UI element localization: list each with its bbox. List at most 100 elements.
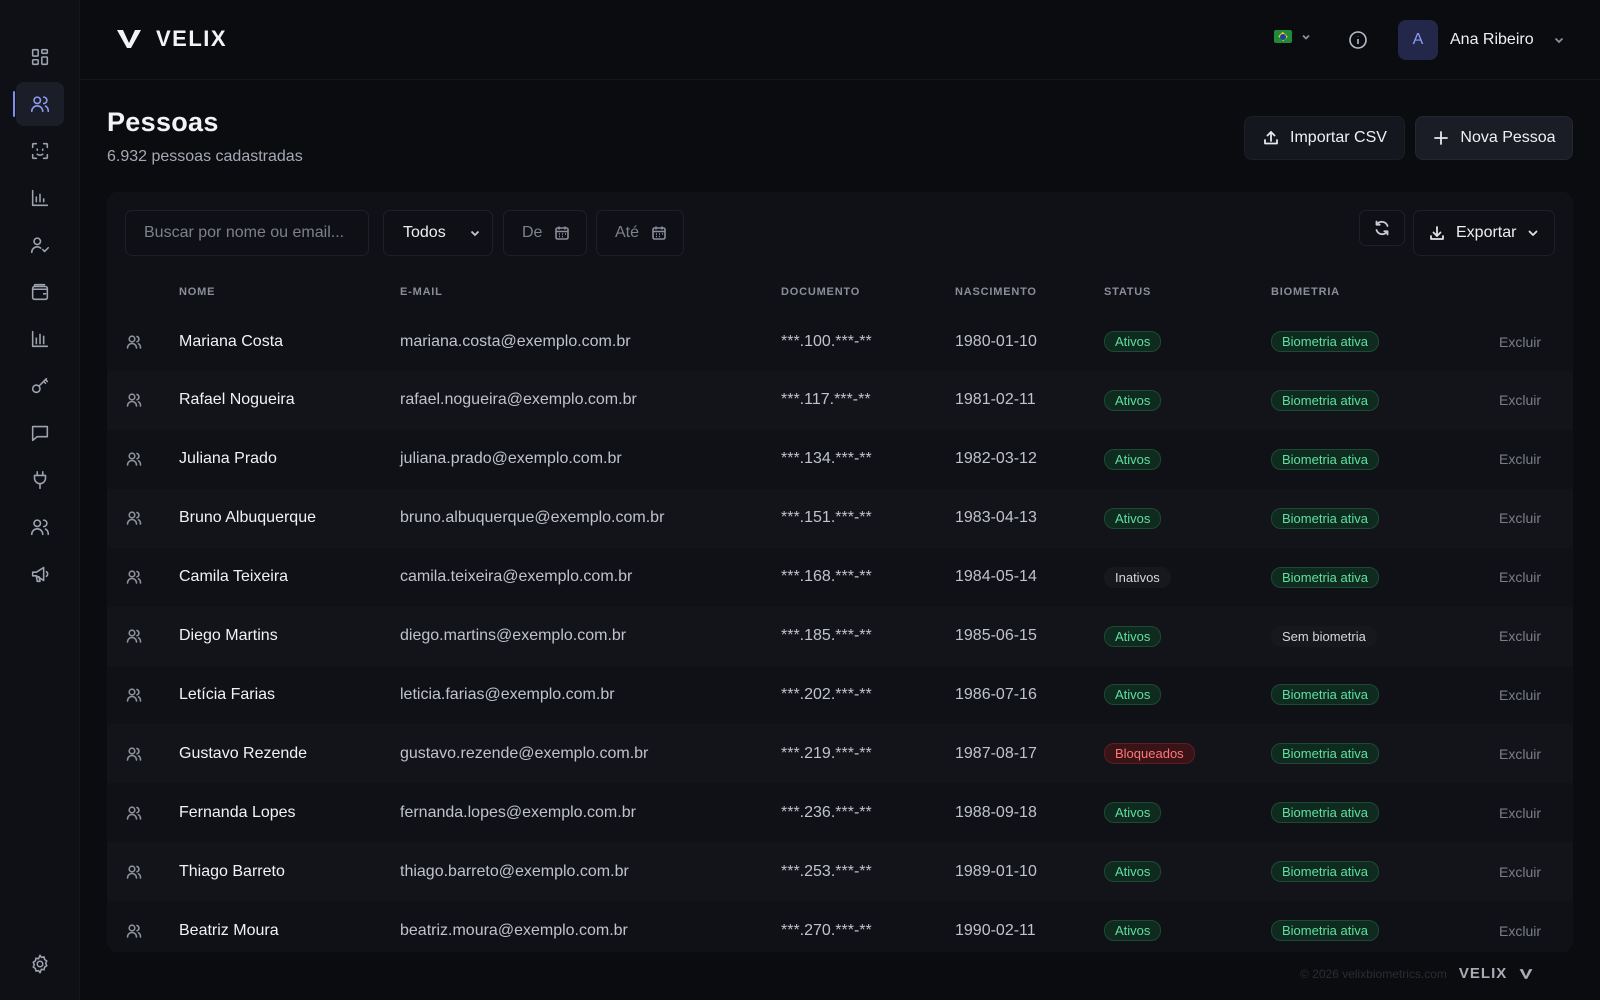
sidebar-item-users[interactable] — [16, 505, 64, 549]
velix-logo-icon — [1519, 968, 1533, 979]
person-name[interactable]: Juliana Prado — [179, 430, 277, 489]
column-header-document[interactable]: DOCUMENTO — [781, 286, 860, 298]
sidebar-item-analytics[interactable] — [16, 317, 64, 361]
user-menu[interactable]: A Ana Ribeiro — [1398, 20, 1566, 60]
table-row[interactable]: Gustavo Rezende gustavo.rezende@exemplo.c… — [107, 724, 1573, 784]
column-header-email[interactable]: E-MAIL — [400, 286, 443, 298]
refresh-button[interactable] — [1359, 210, 1405, 246]
delete-cell: Excluir — [1499, 724, 1541, 783]
status-badge: Ativos — [1104, 920, 1162, 941]
delete-button[interactable]: Excluir — [1499, 510, 1541, 526]
status-cell: Ativos — [1104, 842, 1162, 901]
sidebar-item-dashboard[interactable] — [16, 35, 64, 79]
delete-button[interactable]: Excluir — [1499, 334, 1541, 350]
face-scan-icon — [31, 142, 49, 160]
sidebar-item-face-scan[interactable] — [16, 129, 64, 173]
delete-button[interactable]: Excluir — [1499, 628, 1541, 644]
delete-button[interactable]: Excluir — [1499, 805, 1541, 821]
status-cell: Ativos — [1104, 489, 1162, 548]
delete-button[interactable]: Excluir — [1499, 569, 1541, 585]
sidebar-item-wallet[interactable] — [16, 270, 64, 314]
biometrics-cell: Biometria ativa — [1271, 430, 1379, 489]
search-box[interactable] — [125, 210, 369, 256]
sidebar-item-keys[interactable] — [16, 364, 64, 408]
person-email: thiago.barreto@exemplo.com.br — [400, 862, 629, 880]
table-row[interactable]: Mariana Costa mariana.costa@exemplo.com.b… — [107, 312, 1573, 371]
person-document: ***.219.***-** — [781, 744, 872, 762]
person-name[interactable]: Bruno Albuquerque — [179, 489, 316, 548]
row-person-icon — [125, 665, 143, 724]
delete-cell: Excluir — [1499, 489, 1541, 548]
person-icon — [126, 688, 142, 702]
biometrics-cell: Biometria ativa — [1271, 724, 1379, 783]
column-header-name[interactable]: NOME — [179, 286, 215, 298]
date-from-field[interactable]: De — [503, 210, 587, 256]
sidebar-item-campaigns[interactable] — [16, 552, 64, 596]
person-document: ***.253.***-** — [781, 862, 872, 880]
table-row[interactable]: Camila Teixeira camila.teixeira@exemplo.c… — [107, 548, 1573, 607]
delete-cell: Excluir — [1499, 783, 1541, 842]
person-name[interactable]: Letícia Farias — [179, 665, 275, 724]
date-to-field[interactable]: Até — [596, 210, 684, 256]
import-csv-button[interactable]: Importar CSV — [1244, 116, 1405, 160]
export-button[interactable]: Exportar — [1413, 210, 1555, 256]
person-name[interactable]: Camila Teixeira — [179, 548, 288, 607]
person-name[interactable]: Diego Martins — [179, 607, 278, 666]
column-header-birth[interactable]: NASCIMENTO — [955, 286, 1037, 298]
delete-button[interactable]: Excluir — [1499, 923, 1541, 939]
biometrics-badge: Biometria ativa — [1271, 331, 1379, 352]
person-name[interactable]: Gustavo Rezende — [179, 724, 307, 783]
table-row[interactable]: Fernanda Lopes fernanda.lopes@exemplo.com… — [107, 783, 1573, 842]
status-badge: Ativos — [1104, 802, 1162, 824]
people-table-card: Todos De Até Exportar NOME E-MAIL DOCUME… — [107, 192, 1573, 952]
biometrics-badge: Sem biometria — [1271, 625, 1377, 647]
person-icon — [126, 393, 142, 408]
table-row[interactable]: Letícia Farias leticia.farias@exemplo.com… — [107, 665, 1573, 724]
person-name[interactable]: Rafael Nogueira — [179, 371, 295, 430]
delete-button[interactable]: Excluir — [1499, 864, 1541, 880]
new-person-button[interactable]: Nova Pessoa — [1415, 116, 1573, 160]
sidebar-item-settings[interactable] — [16, 942, 64, 986]
user-check-icon — [30, 237, 50, 254]
person-icon — [126, 452, 142, 467]
calendar-icon — [652, 226, 666, 240]
delete-button[interactable]: Excluir — [1499, 392, 1541, 408]
table-row[interactable]: Thiago Barreto thiago.barreto@exemplo.com… — [107, 842, 1573, 902]
delete-cell: Excluir — [1499, 312, 1541, 371]
column-header-status[interactable]: STATUS — [1104, 286, 1151, 298]
person-name[interactable]: Beatriz Moura — [179, 901, 279, 952]
brand-logo[interactable]: VELIX — [116, 26, 227, 52]
column-header-biometrics[interactable]: BIOMETRIA — [1271, 286, 1340, 298]
biometrics-cell: Biometria ativa — [1271, 665, 1379, 724]
person-document: ***.236.***-** — [781, 803, 872, 821]
export-label: Exportar — [1456, 224, 1517, 241]
status-badge: Ativos — [1104, 448, 1162, 470]
sidebar-item-reports[interactable] — [16, 176, 64, 220]
language-selector[interactable] — [1274, 30, 1312, 43]
status-cell: Inativos — [1104, 548, 1171, 607]
table-row[interactable]: Juliana Prado juliana.prado@exemplo.com.b… — [107, 430, 1573, 489]
info-button[interactable] — [1346, 28, 1370, 52]
biometrics-cell: Biometria ativa — [1271, 312, 1379, 371]
person-name[interactable]: Mariana Costa — [179, 312, 283, 371]
analytics-icon — [31, 330, 49, 348]
sidebar-item-people[interactable] — [13, 82, 64, 126]
person-name[interactable]: Fernanda Lopes — [179, 783, 296, 842]
search-input[interactable] — [144, 224, 354, 242]
sidebar-item-user-check[interactable] — [16, 223, 64, 267]
sidebar-item-integrations[interactable] — [16, 458, 64, 502]
table-row[interactable]: Diego Martins diego.martins@exemplo.com.b… — [107, 606, 1573, 666]
person-email: fernanda.lopes@exemplo.com.br — [400, 803, 636, 821]
status-filter-select[interactable]: Todos — [383, 210, 493, 256]
sidebar — [0, 0, 80, 1000]
person-name[interactable]: Thiago Barreto — [179, 842, 285, 901]
delete-button[interactable]: Excluir — [1499, 746, 1541, 762]
table-row[interactable]: Beatriz Moura beatriz.moura@exemplo.com.b… — [107, 901, 1573, 952]
sidebar-item-messages[interactable] — [16, 411, 64, 455]
table-row[interactable]: Rafael Nogueira rafael.nogueira@exemplo.c… — [107, 370, 1573, 430]
delete-button[interactable]: Excluir — [1499, 687, 1541, 703]
delete-button[interactable]: Excluir — [1499, 451, 1541, 467]
table-row[interactable]: Bruno Albuquerque bruno.albuquerque@exemp… — [107, 488, 1573, 548]
biometrics-cell: Biometria ativa — [1271, 842, 1379, 901]
person-email: camila.teixeira@exemplo.com.br — [400, 568, 633, 586]
